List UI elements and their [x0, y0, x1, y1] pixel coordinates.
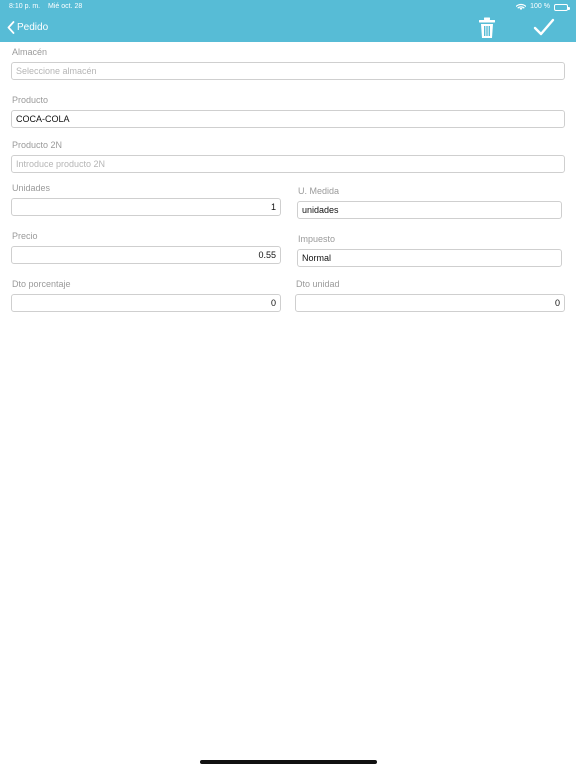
chevron-left-icon: [7, 20, 15, 34]
u-medida-label: U. Medida: [298, 186, 340, 196]
home-indicator[interactable]: [200, 760, 377, 764]
unidades-field[interactable]: 1: [11, 198, 281, 216]
precio-value: 0.55: [258, 250, 276, 260]
dto-porcentaje-value: 0: [270, 298, 276, 308]
dto-unidad-field[interactable]: 0: [295, 294, 565, 312]
trash-icon: [478, 17, 496, 39]
status-indicators: 100 %: [516, 2, 570, 12]
unidades-value: 1: [270, 202, 276, 212]
precio-label: Precio: [12, 231, 38, 241]
status-time: 8:10 p. m.: [9, 3, 41, 10]
producto-label: Producto: [12, 95, 49, 105]
impuesto-field[interactable]: Normal: [297, 249, 562, 267]
back-button[interactable]: Pedido: [7, 19, 48, 35]
u-medida-field[interactable]: unidades: [297, 201, 562, 219]
producto-field[interactable]: COCA-COLA: [11, 110, 565, 128]
checkmark-icon: [533, 17, 555, 37]
top-bar: 8:10 p. m. Mié oct. 28 100 % Pedido: [0, 0, 576, 42]
delete-button[interactable]: [478, 17, 496, 39]
confirm-button[interactable]: [533, 17, 555, 37]
precio-field[interactable]: 0.55: [11, 246, 281, 264]
almacen-field[interactable]: Seleccione almacén: [11, 62, 565, 80]
status-date: Mié oct. 28: [48, 3, 83, 10]
dto-unidad-value: 0: [554, 298, 560, 308]
dto-porcentaje-label: Dto porcentaje: [12, 279, 71, 289]
producto-2n-placeholder: Introduce producto 2N: [16, 159, 106, 169]
battery-percent: 100 %: [530, 3, 550, 10]
impuesto-value: Normal: [302, 253, 332, 263]
battery-icon: [554, 3, 570, 11]
producto-value: COCA-COLA: [16, 114, 70, 124]
unidades-label: Unidades: [12, 183, 51, 193]
almacen-placeholder: Seleccione almacén: [16, 66, 97, 76]
producto-2n-label: Producto 2N: [12, 140, 63, 150]
impuesto-label: Impuesto: [298, 234, 336, 244]
dto-unidad-label: Dto unidad: [296, 279, 340, 289]
producto-2n-field[interactable]: Introduce producto 2N: [11, 155, 565, 173]
dto-porcentaje-field[interactable]: 0: [11, 294, 281, 312]
almacen-label: Almacén: [12, 47, 48, 57]
u-medida-value: unidades: [302, 205, 339, 215]
wifi-icon: [516, 3, 527, 11]
back-label: Pedido: [17, 21, 49, 33]
